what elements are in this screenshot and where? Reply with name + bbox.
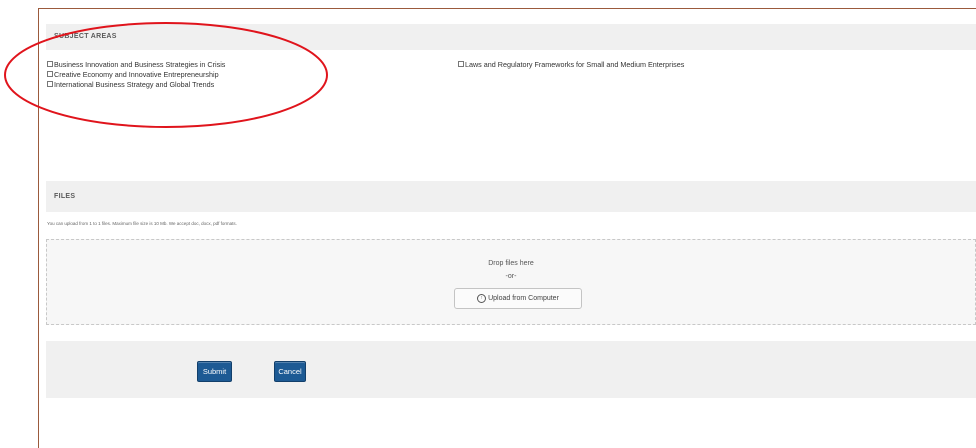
subject-label: Laws and Regulatory Frameworks for Small… [465,59,685,69]
upload-from-computer-button[interactable]: ↑ Upload from Computer [454,288,582,309]
checkbox-icon[interactable] [47,61,53,67]
subject-label: Creative Economy and Innovative Entrepre… [54,69,219,79]
drop-files-text: Drop files here [488,260,534,267]
subject-checkbox[interactable]: Creative Economy and Innovative Entrepre… [47,69,225,79]
subject-checkbox[interactable]: International Business Strategy and Glob… [47,79,225,89]
subject-label: International Business Strategy and Glob… [54,79,215,89]
submit-button[interactable]: Submit [197,361,232,382]
or-separator: -or- [505,273,517,280]
subject-checkbox[interactable]: Laws and Regulatory Frameworks for Small… [458,59,684,69]
file-dropzone[interactable]: Drop files here -or- ↑ Upload from Compu… [46,239,976,325]
checkbox-icon[interactable] [47,71,53,77]
checkbox-icon[interactable] [458,61,464,67]
subject-list-left: Business Innovation and Business Strateg… [47,59,225,89]
files-header: FILES [46,181,976,212]
subject-list-right: Laws and Regulatory Frameworks for Small… [458,59,684,69]
checkbox-icon[interactable] [47,81,53,87]
upload-button-label: Upload from Computer [488,295,559,302]
form-actions-bar: Submit Cancel [46,341,976,398]
subject-label: Business Innovation and Business Strateg… [54,59,226,69]
upload-instructions: You can upload from 1 to 1 files. Maximu… [47,221,237,226]
cancel-button[interactable]: Cancel [274,361,306,382]
subject-areas-header: SUBJECT AREAS [46,24,976,50]
subject-checkbox[interactable]: Business Innovation and Business Strateg… [47,59,225,69]
upload-icon: ↑ [477,294,487,303]
